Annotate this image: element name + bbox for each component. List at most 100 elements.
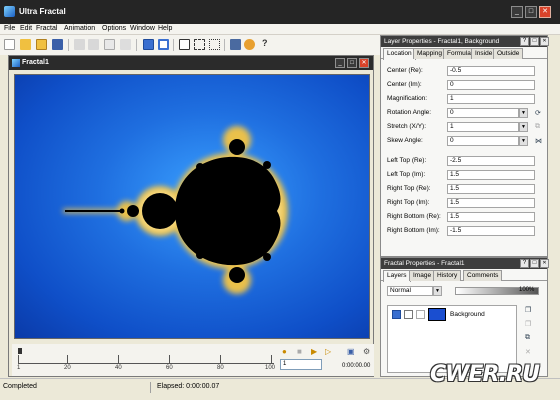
toolbar-separator (68, 39, 69, 51)
tab-history[interactable]: History (433, 270, 462, 281)
paste-icon[interactable] (120, 39, 131, 50)
timeline-tick-label: 20 (64, 365, 71, 371)
app-icon (4, 6, 15, 17)
toolbar-separator (136, 39, 137, 51)
panel-help-icon[interactable]: ? (520, 37, 529, 46)
fractal-window-title: Fractal1 (22, 59, 49, 66)
fractal-properties-panel: Fractal Properties - Fractal1 ? □ ✕ Laye… (380, 257, 549, 377)
animation-timeline: 1 20 40 60 80 100 ● ■ ▶ ▷ ▣ ⚙ 1 0:00:00.… (12, 344, 374, 376)
layer-zoom-icon[interactable] (404, 310, 413, 319)
tab-location[interactable]: Location (383, 48, 416, 60)
right-bottom-im-label: Right Bottom (Im): (387, 227, 440, 234)
stretch-label: Stretch (X/Y): (387, 123, 427, 130)
center-re-input[interactable]: -0.5 (447, 66, 535, 76)
chevron-down-icon[interactable]: ▼ (519, 136, 528, 146)
new-file-icon[interactable] (4, 39, 15, 50)
open-folder-icon[interactable] (20, 39, 31, 50)
render-icon[interactable] (230, 39, 241, 50)
timeline-tick (169, 355, 170, 363)
rotate-icon[interactable]: ⟳ (535, 109, 543, 117)
opacity-value: 100% (519, 287, 535, 293)
left-top-re-input[interactable]: -2.5 (447, 156, 535, 166)
maximize-icon[interactable]: □ (525, 6, 537, 18)
tab-outside[interactable]: Outside (493, 48, 524, 59)
tab-image[interactable]: Image (409, 270, 436, 281)
right-bottom-re-input[interactable]: 1.5 (447, 212, 535, 222)
panel-dock-icon[interactable]: □ (530, 37, 539, 46)
skew-icon[interactable]: ⋈ (535, 137, 543, 145)
right-bottom-im-input[interactable]: -1.5 (447, 226, 535, 236)
menu-animation[interactable]: Animation (64, 25, 95, 32)
center-im-input[interactable]: 0 (447, 80, 535, 90)
move-icon[interactable] (209, 39, 220, 50)
blend-mode-select[interactable]: Normal (387, 286, 433, 296)
layer-lock-icon[interactable] (416, 310, 425, 319)
panel-close-icon[interactable]: ✕ (540, 37, 549, 46)
new-layer-icon[interactable]: ❐ (525, 306, 533, 314)
panel-close-icon[interactable]: ✕ (540, 259, 549, 268)
palette-icon[interactable] (244, 39, 255, 50)
copy-icon[interactable] (104, 39, 115, 50)
fractal-maximize-icon[interactable]: □ (347, 58, 357, 68)
fractal-window: Fractal1 _ □ ✕ 1 20 40 60 80 100 ● ■ ▶ ▷… (8, 55, 374, 377)
help-icon[interactable]: ? (262, 38, 268, 48)
tab-comments[interactable]: Comments (463, 270, 503, 281)
chevron-down-icon[interactable]: ▼ (519, 108, 528, 118)
close-icon[interactable]: ✕ (539, 6, 551, 18)
menu-fractal[interactable]: Fractal (36, 25, 57, 32)
stretch-select[interactable]: 1 (447, 122, 519, 132)
left-top-im-input[interactable]: 1.5 (447, 170, 535, 180)
stretch-icon[interactable]: ⧉ (535, 123, 543, 131)
stop-icon[interactable]: ■ (297, 347, 302, 356)
minimize-icon[interactable]: _ (511, 6, 523, 18)
save-icon[interactable] (52, 39, 63, 50)
menu-window[interactable]: Window (130, 25, 155, 32)
keyframe-icon[interactable]: ● (282, 347, 287, 356)
animation-settings-icon[interactable]: ⚙ (363, 347, 370, 356)
select-pointer-icon[interactable] (179, 39, 190, 50)
open-recent-icon[interactable] (36, 39, 47, 50)
timeline-tick-label: 80 (217, 365, 224, 371)
magnification-input[interactable]: 1 (447, 94, 535, 104)
fractal-canvas[interactable] (14, 74, 370, 339)
right-top-im-input[interactable]: 1.5 (447, 198, 535, 208)
render-animation-icon[interactable]: ▣ (347, 347, 355, 356)
redo-icon[interactable] (88, 39, 99, 50)
layer-name: Background (450, 311, 485, 318)
tab-layers[interactable]: Layers (383, 270, 411, 282)
timeline-tick (18, 355, 19, 363)
play-icon[interactable]: ▶ (311, 347, 317, 356)
layer-row-background[interactable]: Background (390, 308, 516, 322)
chevron-down-icon[interactable]: ▼ (433, 286, 442, 296)
panel-dock-icon[interactable]: □ (530, 259, 539, 268)
right-top-re-input[interactable]: 1.5 (447, 184, 535, 194)
delete-layer-icon[interactable]: ✕ (525, 348, 533, 356)
app-titlebar: Ultra Fractal _ □ ✕ (0, 0, 560, 24)
timeline-tick-label: 40 (115, 365, 122, 371)
zoom-select-icon[interactable] (194, 39, 205, 50)
merge-layer-icon[interactable]: ⧉ (525, 334, 533, 342)
panel-help-icon[interactable]: ? (520, 259, 529, 268)
timeline-tick-label: 60 (166, 365, 173, 371)
window-layout-icon[interactable] (158, 39, 169, 50)
rotation-angle-select[interactable]: 0 (447, 108, 519, 118)
toolbar-separator (224, 39, 225, 51)
undo-icon[interactable] (74, 39, 85, 50)
frame-input[interactable]: 1 (280, 359, 322, 370)
timeline-ruler[interactable] (18, 354, 274, 364)
skew-angle-select[interactable]: 0 (447, 136, 519, 146)
chevron-down-icon[interactable]: ▼ (519, 122, 528, 132)
fractal-close-icon[interactable]: ✕ (359, 58, 369, 68)
skew-angle-label: Skew Angle: (387, 137, 423, 144)
right-bottom-re-label: Right Bottom (Re): (387, 213, 441, 220)
fractal-window-icon[interactable] (143, 39, 154, 50)
layer-visible-icon[interactable] (392, 310, 401, 319)
menu-help[interactable]: Help (158, 25, 172, 32)
tab-mapping[interactable]: Mapping (413, 48, 446, 59)
duplicate-layer-icon[interactable]: ❐ (525, 320, 533, 328)
menu-edit[interactable]: Edit (20, 25, 32, 32)
menu-options[interactable]: Options (102, 25, 126, 32)
next-frame-icon[interactable]: ▷ (325, 347, 331, 356)
menu-file[interactable]: File (4, 25, 15, 32)
fractal-minimize-icon[interactable]: _ (335, 58, 345, 68)
